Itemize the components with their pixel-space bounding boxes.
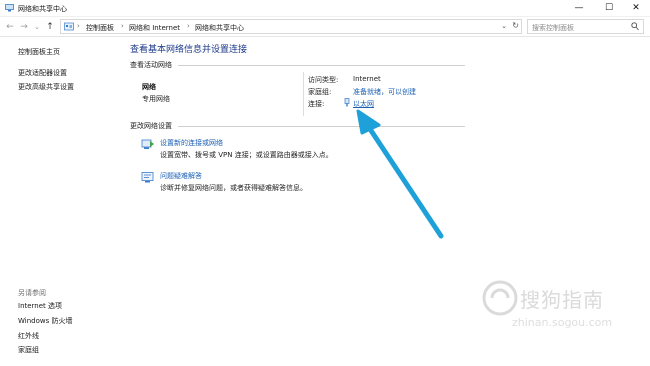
- watermark-text: 搜狗指南: [520, 288, 604, 312]
- watermark-url: zhinan.sogou.com: [512, 316, 613, 329]
